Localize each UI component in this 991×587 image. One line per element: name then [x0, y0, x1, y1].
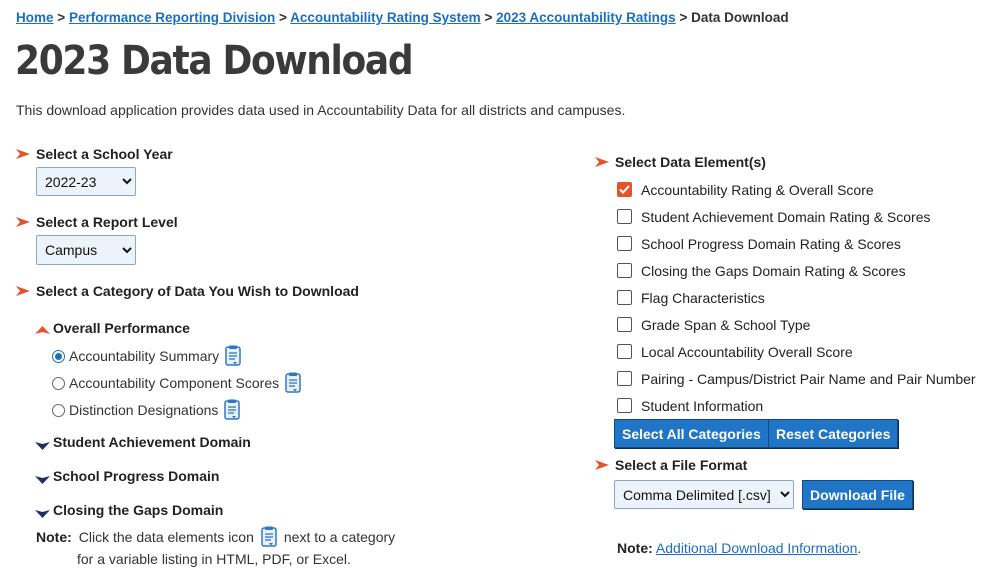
data-element-label: Pairing - Campus/District Pair Name and … [641, 370, 976, 387]
radio-button[interactable] [52, 349, 65, 363]
option-label: Distinction Designations [69, 402, 219, 418]
checkbox-checked[interactable] [617, 182, 632, 197]
category-label: Closing the Gaps Domain [53, 502, 224, 518]
school-year-label: Select a School Year [36, 146, 173, 162]
reset-categories-button[interactable]: Reset Categories [768, 419, 899, 448]
checkbox[interactable] [617, 209, 632, 224]
data-elements-label: Select Data Element(s) [615, 154, 766, 170]
option-accountability-component-scores[interactable]: Accountability Component Scores [52, 372, 302, 394]
file-format-select[interactable]: Comma Delimited [.csv] [614, 480, 794, 509]
arrow-right-icon [595, 460, 609, 470]
radio-button[interactable] [52, 403, 65, 417]
data-elements-icon[interactable] [223, 399, 241, 421]
data-element-label: School Progress Domain Rating & Scores [641, 235, 901, 252]
category-school-progress[interactable]: School Progress Domain [35, 468, 219, 484]
category-label: School Progress Domain [53, 468, 220, 484]
triangle-down-icon [35, 437, 50, 450]
category-label-row: Select a Category of Data You Wish to Do… [16, 283, 359, 299]
option-label: Accountability Component Scores [69, 375, 280, 391]
file-format-label-row: Select a File Format [595, 457, 747, 473]
download-note: Note: Additional Download Information. [617, 540, 861, 556]
data-elements-label-row: Select Data Element(s) [595, 154, 766, 170]
checkbox[interactable] [617, 398, 632, 413]
breadcrumb-separator: > [57, 10, 66, 25]
checkbox[interactable] [617, 290, 632, 305]
option-accountability-summary[interactable]: Accountability Summary [52, 345, 242, 367]
data-element-label: Accountability Rating & Overall Score [641, 181, 874, 198]
data-element-item[interactable]: Local Accountability Overall Score [617, 338, 976, 365]
checkbox[interactable] [617, 263, 632, 278]
arrow-right-icon [16, 149, 30, 159]
data-element-item[interactable]: Student Achievement Domain Rating & Scor… [617, 203, 976, 230]
additional-download-info-link[interactable]: Additional Download Information [656, 540, 858, 556]
data-elements-note: Note: Click the data elements icon next … [36, 526, 456, 567]
report-level-label-row: Select a Report Level [16, 214, 178, 230]
data-element-item[interactable]: Closing the Gaps Domain Rating & Scores [617, 257, 976, 284]
category-overall-performance-label: Overall Performance [53, 320, 190, 336]
breadcrumb-separator: > [679, 10, 688, 25]
breadcrumb-current: Data Download [691, 10, 789, 25]
breadcrumb-division-link[interactable]: Performance Reporting Division [69, 10, 275, 25]
data-elements-icon[interactable] [224, 345, 242, 367]
breadcrumb-separator: > [279, 10, 287, 25]
data-element-item[interactable]: Grade Span & School Type [617, 311, 976, 338]
note-text: Click the data elements icon [78, 529, 254, 545]
report-level-label: Select a Report Level [36, 214, 178, 230]
category-overall-performance[interactable]: Overall Performance [35, 320, 190, 336]
option-label: Accountability Summary [69, 348, 220, 364]
category-closing-the-gaps[interactable]: Closing the Gaps Domain [35, 502, 223, 518]
arrow-right-icon [595, 157, 609, 167]
breadcrumb: Home > Performance Reporting Division > … [16, 10, 789, 25]
data-element-item[interactable]: Pairing - Campus/District Pair Name and … [617, 365, 976, 392]
breadcrumb-system-link[interactable]: Accountability Rating System [290, 10, 481, 25]
school-year-select[interactable]: 2022-23 [36, 167, 136, 196]
breadcrumb-home-link[interactable]: Home [16, 10, 54, 25]
category-label: Student Achievement Domain [53, 434, 251, 450]
data-element-label: Closing the Gaps Domain Rating & Scores [641, 262, 906, 279]
note-text: next to a category [283, 529, 396, 545]
data-element-item[interactable]: Flag Characteristics [617, 284, 976, 311]
data-element-label: Student Information [641, 397, 764, 414]
data-elements-icon [260, 526, 278, 548]
data-elements-icon[interactable] [284, 372, 302, 394]
triangle-down-icon [35, 505, 50, 518]
page-title: 2023 Data Download [15, 38, 414, 84]
category-label: Select a Category of Data You Wish to Do… [36, 283, 359, 299]
data-element-item[interactable]: School Progress Domain Rating & Scores [617, 230, 976, 257]
select-all-categories-button[interactable]: Select All Categories [614, 419, 769, 448]
school-year-label-row: Select a School Year [16, 146, 173, 162]
radio-button[interactable] [52, 376, 65, 390]
checkbox[interactable] [617, 371, 632, 386]
page-intro: This download application provides data … [16, 102, 626, 118]
report-level-select[interactable]: Campus [36, 235, 136, 265]
data-element-label: Flag Characteristics [641, 289, 765, 306]
file-format-label: Select a File Format [615, 457, 748, 473]
checkbox[interactable] [617, 236, 632, 251]
checkbox[interactable] [617, 344, 632, 359]
option-distinction-designations[interactable]: Distinction Designations [52, 399, 241, 421]
data-elements-list: Accountability Rating & Overall Score St… [617, 176, 976, 419]
note-label: Note: [36, 529, 72, 545]
data-element-label: Student Achievement Domain Rating & Scor… [641, 208, 931, 225]
triangle-up-icon [35, 323, 50, 334]
triangle-down-icon [35, 471, 50, 484]
note-suffix: . [857, 540, 862, 556]
note-text: for a variable listing in HTML, PDF, or … [77, 551, 351, 567]
arrow-right-icon [16, 217, 30, 227]
arrow-right-icon [16, 286, 30, 296]
data-element-item[interactable]: Student Information [617, 392, 976, 419]
data-element-label: Grade Span & School Type [641, 316, 811, 333]
category-student-achievement[interactable]: Student Achievement Domain [35, 434, 251, 450]
breadcrumb-separator: > [484, 10, 493, 25]
note-label: Note: [617, 540, 653, 556]
breadcrumb-ratings-link[interactable]: 2023 Accountability Ratings [496, 10, 676, 25]
data-element-label: Local Accountability Overall Score [641, 343, 853, 360]
checkbox[interactable] [617, 317, 632, 332]
download-file-button[interactable]: Download File [802, 480, 913, 509]
data-element-item[interactable]: Accountability Rating & Overall Score [617, 176, 976, 203]
